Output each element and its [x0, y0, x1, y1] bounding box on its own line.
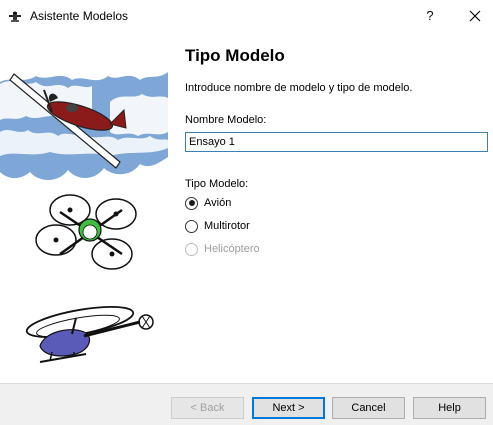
close-icon	[469, 10, 481, 22]
side-illustration	[0, 32, 168, 383]
radio-avion-label: Avión	[204, 197, 232, 209]
model-type-label: Tipo Modelo:	[185, 178, 249, 190]
page-title: Tipo Modelo	[185, 46, 285, 65]
model-name-label: Nombre Modelo:	[185, 114, 267, 126]
button-bar: < Back Next > Cancel Help	[0, 383, 493, 425]
multirotor-image	[35, 194, 137, 270]
radio-helicoptero: Helicóptero	[185, 241, 260, 257]
app-icon	[8, 9, 22, 23]
title-bar: Asistente Modelos ?	[0, 0, 493, 32]
helicopter-image	[25, 306, 154, 363]
window-title: Asistente Modelos	[30, 9, 129, 23]
radio-avion[interactable]: Avión	[185, 195, 231, 211]
back-button: < Back	[171, 397, 244, 419]
radio-multirotor-label: Multirotor	[204, 220, 250, 232]
wizard-page: Tipo Modelo Introduce nombre de modelo y…	[168, 32, 493, 383]
radio-helicoptero-indicator	[185, 242, 198, 256]
next-button[interactable]: Next >	[252, 397, 325, 419]
help-button[interactable]: Help	[413, 397, 486, 419]
radio-avion-indicator[interactable]	[185, 196, 198, 210]
cancel-button[interactable]: Cancel	[332, 397, 405, 419]
radio-multirotor-indicator[interactable]	[185, 219, 198, 233]
page-subtitle: Introduce nombre de modelo y tipo de mod…	[185, 82, 413, 94]
close-button[interactable]	[462, 5, 488, 27]
radio-helicoptero-label: Helicóptero	[204, 243, 260, 255]
radio-multirotor[interactable]: Multirotor	[185, 218, 250, 234]
model-name-input[interactable]	[185, 132, 488, 152]
help-title-button[interactable]: ?	[419, 5, 441, 27]
